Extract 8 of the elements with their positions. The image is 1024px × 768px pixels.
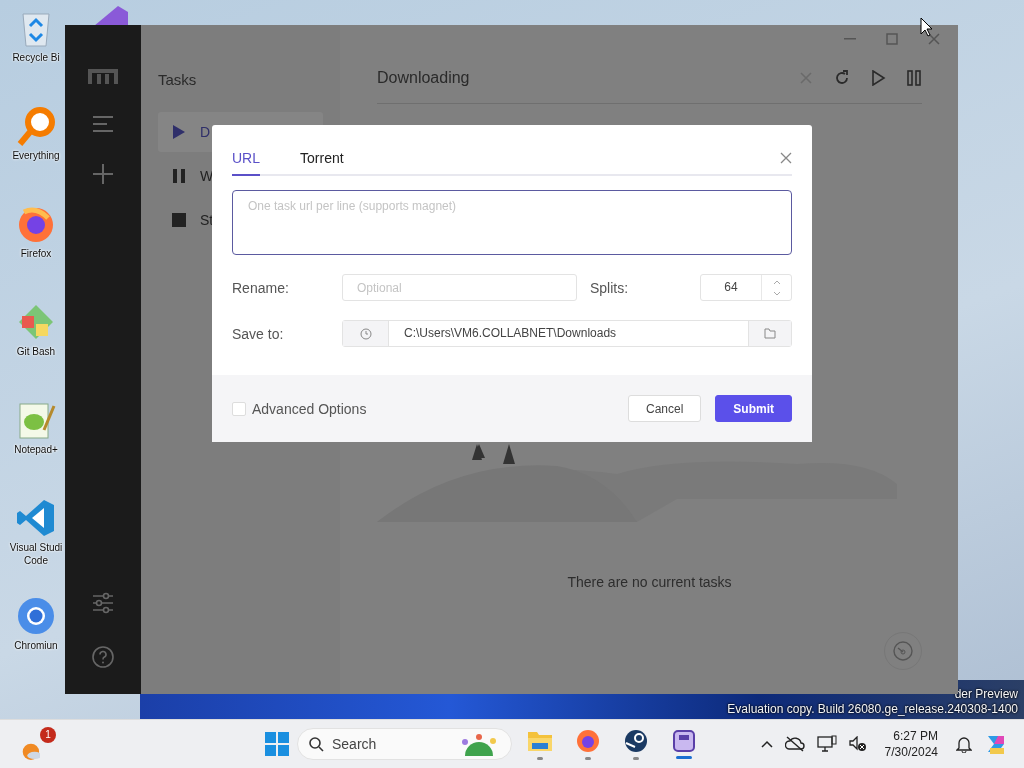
watermark-text: Evaluation copy. Build 26080.ge_release.240308-1400 xyxy=(727,702,1018,717)
field-label: Splits: xyxy=(590,279,630,296)
field-label: Save to: xyxy=(232,325,285,342)
notification-badge: 1 xyxy=(40,727,56,743)
field-label: Rename: xyxy=(232,279,290,296)
section-title: Downloading xyxy=(377,69,471,87)
panel-title: Tasks xyxy=(158,71,198,88)
empty-state-text: There are no current tasks xyxy=(567,574,732,590)
